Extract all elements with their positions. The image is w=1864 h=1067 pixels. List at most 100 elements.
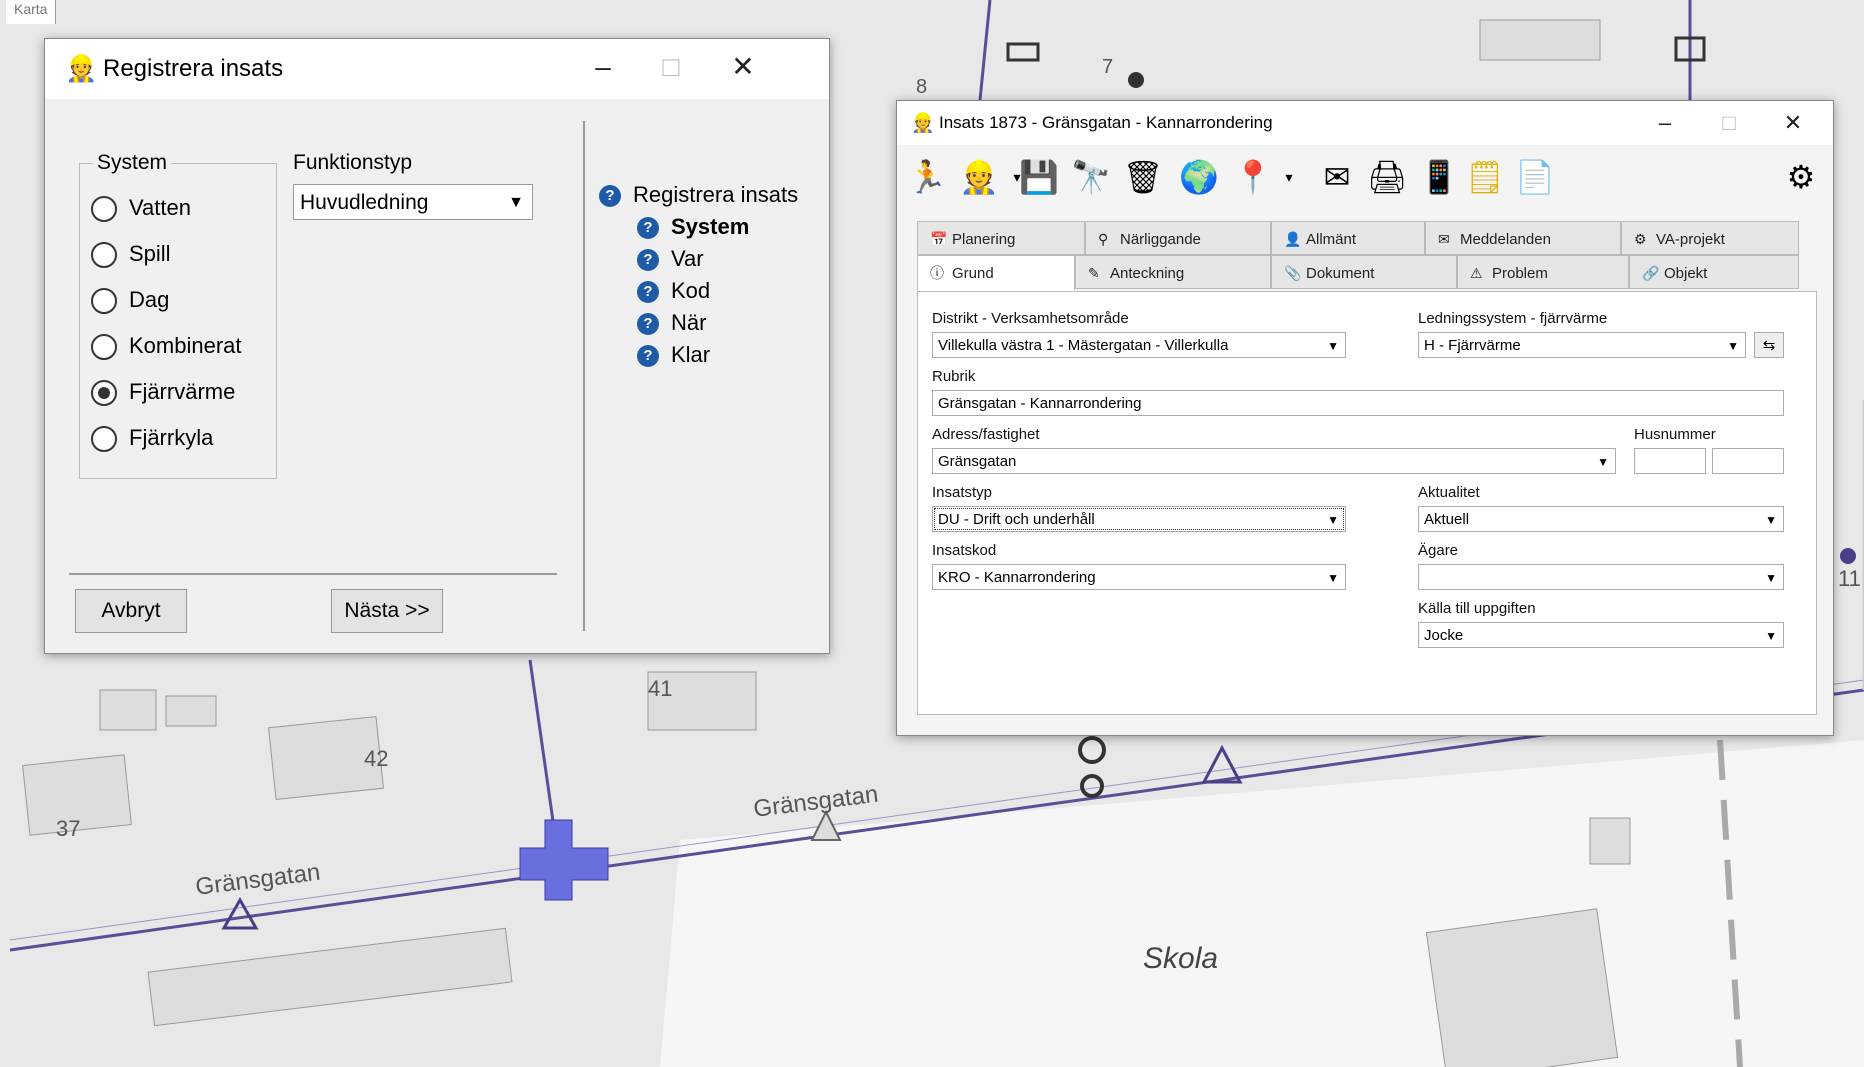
next-button[interactable]: Nästa >>: [331, 589, 443, 633]
radio-dag[interactable]: Dag: [91, 285, 169, 315]
distrikt-select[interactable]: Villekulla västra 1 - Mästergatan - Vill…: [932, 332, 1346, 358]
gear-icon[interactable]: ⚙: [1779, 155, 1823, 199]
tab-dokument[interactable]: 📎 Dokument: [1271, 255, 1457, 289]
tab-label: Objekt: [1664, 265, 1708, 282]
insatskod-label: Insatskod: [932, 542, 997, 559]
tab-allmant[interactable]: 👤 Allmänt: [1271, 221, 1425, 255]
dialog-titlebar[interactable]: 👷 Registrera insats – □ ✕: [45, 39, 829, 99]
agare-label: Ägare: [1418, 542, 1459, 559]
edit-icon: ✎: [1088, 265, 1100, 281]
adress-select[interactable]: Gränsgatan ▼: [932, 448, 1616, 474]
tab-narliggande[interactable]: ⚲ Närliggande: [1085, 221, 1271, 255]
rubrik-input[interactable]: Gränsgatan - Kannarrondering: [932, 390, 1784, 416]
ledningssystem-label: Ledningssystem - fjärrvärme: [1418, 310, 1608, 327]
tab-objekt[interactable]: 🔗 Objekt: [1629, 255, 1799, 289]
tab-label: Planering: [952, 231, 1016, 248]
kalla-value: Jocke: [1424, 627, 1464, 644]
insatstyp-label: Insatstyp: [932, 484, 993, 501]
warning-icon: ⚠: [1470, 265, 1483, 281]
funktionstyp-select[interactable]: Huvudledning ▼: [293, 184, 533, 220]
close-button[interactable]: ✕: [723, 47, 763, 87]
mail-icon[interactable]: ✉: [1315, 155, 1359, 199]
globe-icon[interactable]: 🌍: [1177, 155, 1221, 199]
steps-header-label: Registrera insats: [633, 182, 799, 207]
tab-grund[interactable]: ⓘ Grund: [917, 255, 1075, 291]
radio-spill[interactable]: Spill: [91, 239, 171, 269]
distrikt-value: Villekulla västra 1 - Mästergatan - Vill…: [938, 337, 1229, 354]
system-group-label: System: [93, 151, 172, 175]
tab-planering[interactable]: 📅 Planering: [917, 221, 1085, 255]
husnummer-input-1[interactable]: [1634, 448, 1706, 474]
ledningssystem-select[interactable]: H - Fjärrvärme ▼: [1418, 332, 1746, 358]
ledningssystem-button[interactable]: ⇆: [1754, 332, 1784, 358]
close-button[interactable]: ✕: [1775, 105, 1811, 141]
tab-va-projekt[interactable]: ⚙ VA-projekt: [1621, 221, 1799, 255]
radio-label: Fjärrkyla: [129, 425, 214, 450]
dropdown-arrow-icon[interactable]: ▾: [1267, 155, 1311, 199]
husnummer-input-2[interactable]: [1712, 448, 1784, 474]
minimize-button[interactable]: –: [1647, 105, 1683, 141]
chevron-down-icon: ▼: [1327, 513, 1339, 527]
vertical-divider: [583, 121, 585, 631]
tab-problem[interactable]: ⚠ Problem: [1457, 255, 1629, 289]
tab-meddelanden[interactable]: ✉ Meddelanden: [1425, 221, 1621, 255]
radio-circle: [91, 426, 117, 453]
insats-title: Insats 1873 - Gränsgatan - Kannarronderi…: [939, 113, 1273, 132]
insatstyp-select[interactable]: DU - Drift och underhåll ▼: [932, 506, 1346, 532]
kalla-select[interactable]: Jocke ▼: [1418, 622, 1784, 648]
tab-anteckning[interactable]: ✎ Anteckning: [1075, 255, 1271, 289]
area-label-skola: Skola: [1143, 942, 1219, 975]
insatskod-select[interactable]: KRO - Kannarrondering ▼: [932, 564, 1346, 590]
print-icon[interactable]: 🖨: [1365, 155, 1409, 199]
registrera-insats-dialog: 👷 Registrera insats – □ ✕ System Vatten …: [44, 38, 830, 654]
delete-icon[interactable]: 🗑: [1121, 155, 1165, 199]
radio-fjarrvarme[interactable]: Fjärrvärme: [91, 377, 235, 407]
binoculars-icon[interactable]: 🔭: [1069, 155, 1113, 199]
tab-label: Problem: [1492, 265, 1548, 282]
insats-titlebar[interactable]: 👷 Insats 1873 - Gränsgatan - Kannarronde…: [897, 101, 1833, 145]
save-icon[interactable]: 💾: [1017, 155, 1061, 199]
radio-circle: [91, 288, 117, 315]
chevron-down-icon: ▼: [1727, 339, 1739, 353]
tab-label: VA-projekt: [1656, 231, 1725, 248]
help-icon: ?: [637, 345, 659, 368]
aktualitet-select[interactable]: Aktuell ▼: [1418, 506, 1784, 532]
tab-label: Närliggande: [1120, 231, 1201, 248]
grund-panel: Distrikt - Verksamhetsområde Villekulla …: [917, 291, 1817, 715]
pipe-icon: ⇆: [1762, 337, 1776, 354]
run-icon[interactable]: 🏃: [905, 155, 949, 199]
person-icon: 👤: [1284, 231, 1302, 247]
help-icon: ?: [637, 281, 659, 304]
insats-window: 👷 Insats 1873 - Gränsgatan - Kannarronde…: [896, 100, 1834, 736]
radio-circle: [91, 196, 117, 223]
minimize-button[interactable]: –: [583, 47, 623, 87]
tab-label: Meddelanden: [1460, 231, 1551, 248]
distrikt-label: Distrikt - Verksamhetsområde: [932, 310, 1129, 327]
chevron-down-icon: ▼: [1327, 339, 1339, 353]
mobile-icon[interactable]: 📱: [1417, 155, 1461, 199]
rubrik-value: Gränsgatan - Kannarrondering: [938, 395, 1142, 412]
kalla-label: Källa till uppgiften: [1418, 600, 1536, 617]
radio-fjarrkyla[interactable]: Fjärrkyla: [91, 423, 213, 453]
radio-kombinerat[interactable]: Kombinerat: [91, 331, 242, 361]
insats-toolbar: 🏃 👷 ▾ 💾 🔭 🗑 🌍 📍 ▾ ✉ 🖨 📱 🗒 📄 ⚙: [897, 145, 1833, 207]
document-icon[interactable]: 📄: [1513, 155, 1557, 199]
house-number: 8: [916, 76, 928, 98]
ledningssystem-value: H - Fjärrvärme: [1424, 337, 1521, 354]
house-number: 11: [1838, 566, 1861, 591]
funktionstyp-value: Huvudledning: [300, 191, 429, 214]
worker-icon: 👷: [65, 53, 98, 83]
adress-value: Gränsgatan: [938, 453, 1017, 470]
note-icon[interactable]: 🗒: [1463, 155, 1507, 199]
mail-icon: ✉: [1438, 231, 1450, 247]
dialog-title: Registrera insats: [103, 55, 284, 82]
map-tab[interactable]: Karta: [6, 0, 57, 24]
house-number: 7: [1102, 56, 1114, 78]
help-icon: ?: [637, 217, 659, 240]
cancel-button[interactable]: Avbryt: [75, 589, 187, 633]
step-label: System: [671, 214, 750, 239]
radio-vatten[interactable]: Vatten: [91, 193, 191, 223]
tab-label: Anteckning: [1110, 265, 1185, 282]
agare-select[interactable]: ▼: [1418, 564, 1784, 590]
chevron-down-icon: ▼: [1597, 455, 1609, 469]
